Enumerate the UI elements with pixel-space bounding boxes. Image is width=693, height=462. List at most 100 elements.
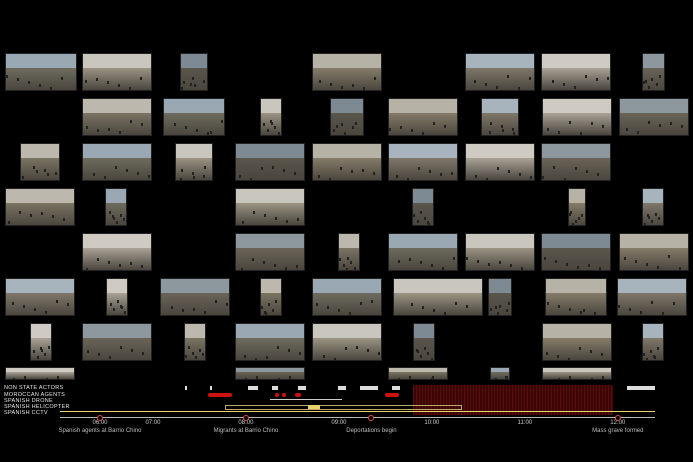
thumbnail-figure (23, 304, 25, 308)
video-thumbnail[interactable] (82, 98, 152, 136)
video-thumbnail[interactable] (388, 233, 458, 271)
event-mark[interactable] (208, 393, 232, 397)
thumbnail-figure (451, 171, 453, 175)
video-thumbnail[interactable] (163, 98, 225, 136)
video-thumbnail[interactable] (260, 278, 282, 316)
video-thumbnail[interactable] (490, 367, 510, 380)
video-thumbnail[interactable] (82, 143, 152, 181)
video-thumbnail[interactable] (82, 323, 152, 361)
video-thumbnail[interactable] (235, 367, 305, 380)
video-thumbnail[interactable] (412, 188, 434, 226)
video-thumbnail[interactable] (545, 278, 607, 316)
thumbnail-figure (56, 300, 58, 304)
thumbnail-figure (116, 221, 118, 225)
video-thumbnail[interactable] (82, 233, 152, 271)
event-label: Spanish agents at Barrio Chino (58, 428, 142, 434)
thumbnail-figure (547, 128, 549, 131)
event-mark[interactable] (360, 386, 378, 390)
event-mark[interactable] (275, 393, 279, 397)
video-thumbnail[interactable] (235, 143, 305, 181)
video-thumbnail[interactable] (388, 143, 458, 181)
event-mark[interactable] (225, 405, 462, 410)
event-mark[interactable] (392, 386, 400, 390)
thumbnail-ground (543, 113, 611, 135)
video-thumbnail[interactable] (619, 233, 689, 271)
video-thumbnail[interactable] (542, 367, 612, 380)
video-thumbnail[interactable] (160, 278, 230, 316)
video-thumbnail[interactable] (541, 143, 611, 181)
thumbnail-figure (278, 377, 280, 379)
video-thumbnail[interactable] (105, 188, 127, 226)
thumbnail-figure (171, 306, 173, 310)
event-mark[interactable] (308, 405, 320, 409)
thumbnail-figure (185, 354, 187, 358)
video-thumbnail[interactable] (541, 53, 611, 91)
video-thumbnail[interactable] (642, 53, 665, 91)
thumbnail-figure (256, 376, 258, 379)
video-thumbnail[interactable] (542, 98, 612, 136)
video-thumbnail[interactable] (488, 278, 512, 316)
video-thumbnail[interactable] (312, 143, 382, 181)
video-thumbnail[interactable] (465, 233, 535, 271)
thumbnail-figure (566, 262, 568, 266)
video-thumbnail[interactable] (30, 323, 52, 361)
video-thumbnail[interactable] (413, 323, 435, 361)
event-mark[interactable] (295, 393, 301, 397)
video-thumbnail[interactable] (5, 188, 75, 226)
event-dot[interactable] (242, 415, 249, 421)
video-thumbnail[interactable] (568, 188, 586, 226)
thumbnail-figure (352, 126, 354, 130)
event-mark[interactable] (185, 386, 187, 390)
thumbnail-figure (547, 301, 549, 305)
event-dot[interactable] (614, 415, 621, 421)
video-thumbnail[interactable] (82, 53, 152, 91)
video-thumbnail[interactable] (481, 98, 519, 136)
video-thumbnail[interactable] (465, 53, 535, 91)
event-mark[interactable] (270, 399, 342, 402)
video-thumbnail[interactable] (235, 323, 305, 361)
thumbnail-figure (61, 76, 63, 80)
video-thumbnail[interactable] (465, 143, 535, 181)
event-mark[interactable] (210, 386, 212, 390)
video-thumbnail[interactable] (642, 188, 664, 226)
video-thumbnail[interactable] (393, 278, 483, 316)
thumbnail-figure (207, 132, 209, 135)
event-mark[interactable] (627, 386, 655, 390)
event-mark[interactable] (338, 386, 346, 390)
video-thumbnail[interactable] (312, 323, 382, 361)
video-thumbnail[interactable] (20, 143, 60, 181)
event-mark[interactable] (298, 386, 306, 390)
video-thumbnail[interactable] (5, 367, 75, 380)
video-thumbnail[interactable] (338, 233, 360, 271)
video-thumbnail[interactable] (312, 278, 382, 316)
thumbnail-figure (121, 306, 123, 310)
video-thumbnail[interactable] (619, 98, 689, 136)
video-thumbnail[interactable] (642, 323, 664, 361)
video-thumbnail[interactable] (235, 233, 305, 271)
video-thumbnail[interactable] (312, 53, 382, 91)
video-thumbnail[interactable] (388, 367, 448, 380)
thumbnail-figure (194, 83, 196, 87)
video-thumbnail[interactable] (184, 323, 206, 361)
video-thumbnail[interactable] (175, 143, 213, 181)
video-thumbnail[interactable] (180, 53, 208, 91)
thumbnail-figure (124, 310, 126, 314)
event-mark[interactable] (282, 393, 286, 397)
video-thumbnail[interactable] (235, 188, 305, 226)
thumbnail-figure (442, 266, 444, 270)
event-mark[interactable] (385, 393, 399, 397)
video-thumbnail[interactable] (5, 278, 75, 316)
video-thumbnail[interactable] (541, 233, 611, 271)
event-mark[interactable] (248, 386, 258, 390)
video-thumbnail[interactable] (106, 278, 128, 316)
video-thumbnail[interactable] (617, 278, 687, 316)
video-thumbnail[interactable] (388, 98, 458, 136)
event-dot[interactable] (368, 415, 375, 421)
video-thumbnail[interactable] (330, 98, 364, 136)
video-thumbnail[interactable] (260, 98, 282, 136)
thumbnail-sky (543, 99, 611, 114)
event-dot[interactable] (97, 415, 103, 421)
video-thumbnail[interactable] (542, 323, 612, 361)
video-thumbnail[interactable] (5, 53, 77, 91)
event-mark[interactable] (272, 386, 278, 390)
